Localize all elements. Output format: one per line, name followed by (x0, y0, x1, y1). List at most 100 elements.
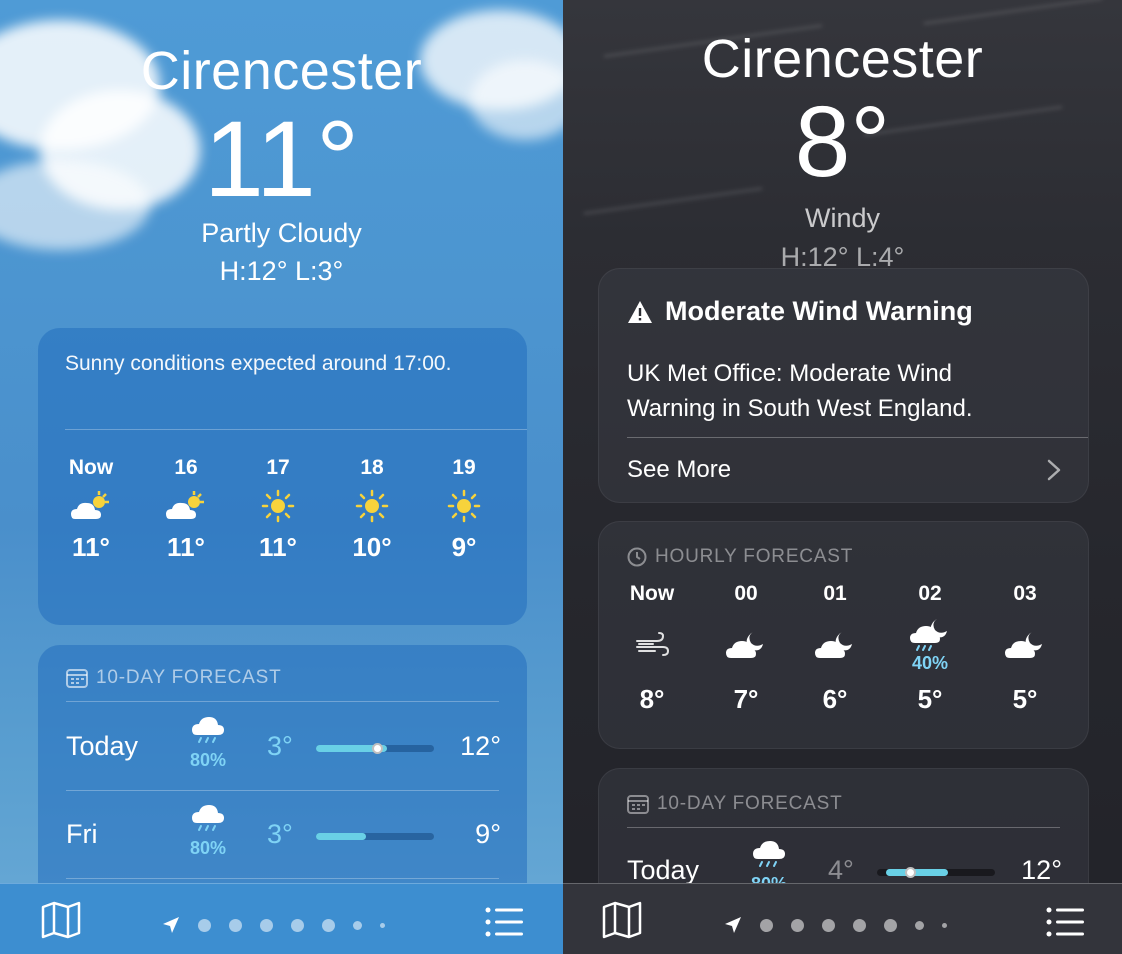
hour-temperature: 8° (639, 684, 665, 714)
calendar-icon (66, 669, 88, 688)
hour-temperature: 11° (259, 532, 297, 562)
page-dot[interactable] (822, 918, 835, 932)
divider (65, 429, 527, 430)
page-indicator[interactable] (724, 916, 947, 934)
section-header: 10-DAY FORECAST (66, 667, 282, 689)
hour-label: 02 (918, 582, 942, 605)
hour-label: 01 (823, 582, 847, 605)
weather-alert-card[interactable]: Moderate Wind Warning UK Met Office: Mod… (598, 268, 1089, 503)
page-dot[interactable] (884, 918, 897, 932)
hourly-item: Now 8° (612, 582, 692, 715)
hourly-item: 17 11° (238, 456, 318, 563)
bottom-toolbar (563, 883, 1122, 954)
hour-temperature: 11° (72, 532, 110, 562)
page-dot[interactable] (353, 920, 362, 930)
condition-text: Windy (804, 203, 880, 233)
weather-panel-dark: Cirencester 8° Windy H:12° L:4° Moderate… (563, 0, 1122, 954)
current-temp-marker (905, 867, 916, 878)
hour-label: 19 (452, 456, 476, 479)
hour-label: 18 (360, 456, 384, 479)
hour-label: 17 (266, 456, 290, 479)
hourly-item: Now 11° (51, 456, 131, 563)
wind-streak-decoration (923, 0, 1103, 25)
precip-chance: 80% (189, 838, 227, 858)
divider (66, 878, 499, 879)
hourly-forecast-card[interactable]: HOURLY FORECAST Now 8° 00 7° 01 6° 02 40… (598, 521, 1089, 749)
hour-label: Now (68, 456, 114, 479)
precip-chance: 40% (911, 652, 949, 673)
hour-label: Now (629, 582, 675, 605)
temperature-range-bar (316, 833, 434, 840)
temperature-range-bar (877, 867, 995, 878)
page-dot[interactable] (380, 922, 385, 928)
see-more-link[interactable]: See More (627, 456, 731, 484)
hourly-item: 18 10° (332, 456, 412, 563)
day-row[interactable]: Fri 80% 3° 9° (66, 791, 501, 879)
page-indicator[interactable] (162, 916, 385, 934)
hour-temperature: 5° (917, 684, 943, 714)
page-dot[interactable] (291, 918, 304, 932)
current-temperature: 8° (794, 86, 891, 198)
bottom-toolbar (0, 883, 563, 954)
low-temperature: 3° (267, 819, 293, 849)
rainy-moon-icon: 40% (890, 606, 970, 684)
page-dot[interactable] (791, 918, 804, 932)
page-dot[interactable] (198, 918, 211, 932)
hourly-item: 16 11° (146, 456, 226, 563)
hour-temperature: 11° (167, 532, 205, 562)
hourly-item: 03 5° (985, 582, 1065, 715)
map-icon[interactable] (41, 901, 81, 939)
section-title: HOURLY FORECAST (655, 546, 854, 567)
page-dot[interactable] (853, 918, 866, 932)
rain-cloud-icon: 80% (178, 803, 238, 859)
section-header: HOURLY FORECAST (627, 546, 853, 568)
hourly-item: 00 7° (706, 582, 786, 715)
page-dot[interactable] (322, 918, 335, 932)
sun-icon (424, 480, 504, 532)
day-label: Today (627, 855, 700, 885)
day-label: Today (66, 731, 139, 761)
location-arrow-icon (725, 917, 741, 933)
partly-sunny-icon (51, 480, 131, 532)
hour-label: 00 (734, 582, 758, 605)
hour-temperature: 9° (451, 532, 477, 562)
low-temperature: 4° (828, 855, 854, 885)
alert-title: Moderate Wind Warning (627, 296, 973, 327)
page-dot[interactable] (760, 918, 773, 932)
hour-label: 16 (174, 456, 198, 479)
day-row[interactable]: Today 80% 3° 12° (66, 703, 501, 791)
temperature-range-bar (316, 743, 434, 754)
list-icon[interactable] (1046, 906, 1086, 938)
current-temperature: 11° (203, 98, 360, 219)
hour-label: 03 (1013, 582, 1037, 605)
hour-temperature: 5° (1012, 684, 1038, 714)
partly-sunny-icon (146, 480, 226, 532)
sun-icon (238, 480, 318, 532)
hour-temperature: 6° (822, 684, 848, 714)
divider (66, 701, 499, 702)
page-dot[interactable] (260, 918, 273, 932)
clock-icon (627, 547, 647, 567)
calendar-icon (627, 795, 649, 814)
sun-icon (332, 480, 412, 532)
hourly-item: 19 9° (424, 456, 504, 563)
wind-icon (612, 606, 692, 684)
low-temperature: 3° (267, 731, 293, 761)
chevron-right-icon[interactable] (1047, 459, 1061, 481)
high-temperature: 12° (1021, 855, 1062, 885)
page-dot[interactable] (915, 920, 924, 930)
high-low-text: H:12° L:3° (219, 256, 344, 286)
cloudy-moon-icon (795, 606, 875, 684)
page-dot[interactable] (942, 922, 947, 928)
divider (627, 437, 1088, 438)
hourly-forecast-card[interactable]: Sunny conditions expected around 17:00. … (38, 328, 527, 625)
high-temperature: 12° (460, 731, 501, 761)
warning-icon (628, 300, 652, 323)
condition-text: Partly Cloudy (201, 218, 362, 248)
map-icon[interactable] (602, 901, 642, 939)
hourly-item: 01 6° (795, 582, 875, 715)
list-icon[interactable] (485, 906, 525, 938)
hour-temperature: 10° (352, 532, 392, 562)
current-temp-marker (372, 743, 383, 754)
page-dot[interactable] (229, 918, 242, 932)
